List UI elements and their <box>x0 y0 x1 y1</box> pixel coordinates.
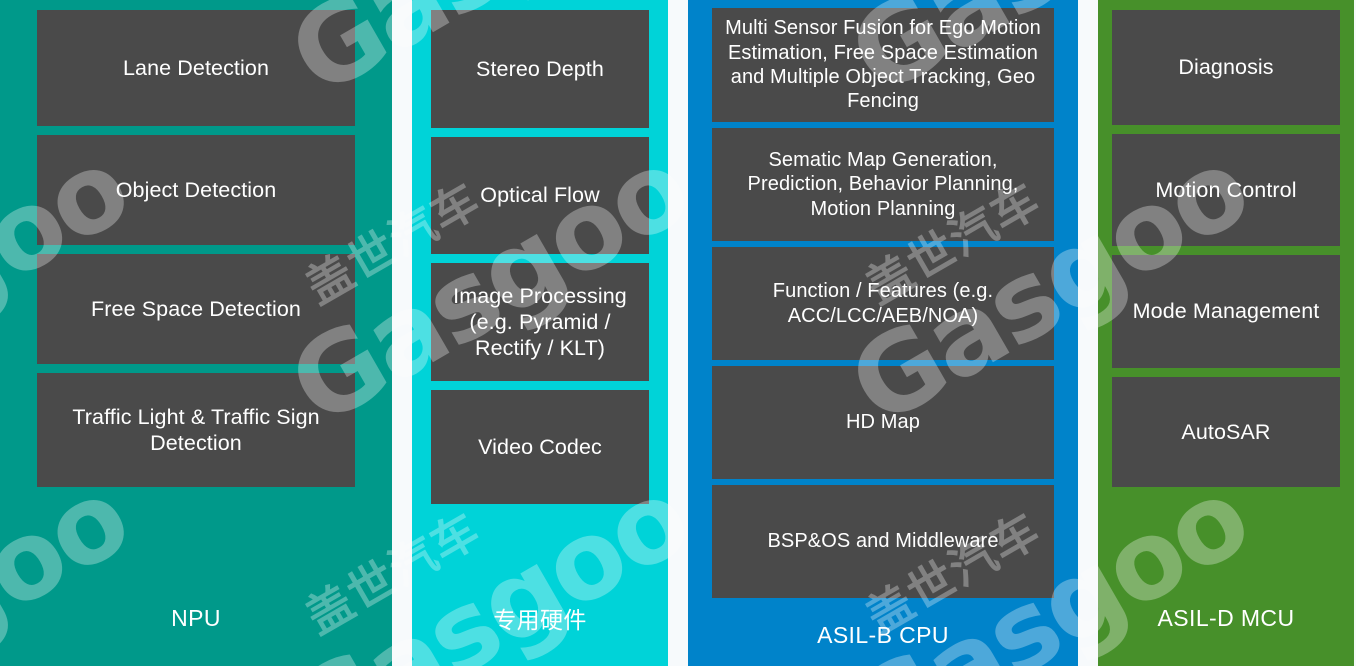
column-label-text: ASIL-B CPU <box>817 621 949 648</box>
card-image-processing[interactable]: Image Processing (e.g. Pyramid / Rectify… <box>431 263 649 381</box>
column-npu: Lane Detection Object Detection Free Spa… <box>0 0 392 666</box>
card-label: BSP&OS and Middleware <box>767 530 999 553</box>
card-label: Free Space Detection <box>91 296 301 321</box>
column-label-text: NPU <box>171 604 221 631</box>
column-asil-d-mcu: Diagnosis Motion Control Mode Management… <box>1098 0 1354 666</box>
card-label: AutoSAR <box>1181 419 1271 444</box>
card-object-detection[interactable]: Object Detection <box>37 135 355 245</box>
column-label-text: ASIL-D MCU <box>1157 604 1295 631</box>
card-label: Optical Flow <box>480 183 600 208</box>
diagram-canvas: Lane Detection Object Detection Free Spa… <box>0 0 1356 666</box>
card-label: Function / Features (e.g. ACC/LCC/AEB/NO… <box>772 280 994 327</box>
card-optical-flow[interactable]: Optical Flow <box>431 137 649 254</box>
column-label-npu: NPU <box>0 570 392 666</box>
card-label: HD Map <box>846 411 920 434</box>
card-label: Lane Detection <box>122 55 270 80</box>
card-function-features[interactable]: Function / Features (e.g. ACC/LCC/AEB/NO… <box>712 247 1054 360</box>
card-video-codec[interactable]: Video Codec <box>431 390 649 504</box>
column-label-dedicated-hardware: 专用硬件 <box>412 570 668 666</box>
column-label-asil-b-cpu: ASIL-B CPU <box>688 604 1078 666</box>
card-multi-sensor-fusion[interactable]: Multi Sensor Fusion for Ego Motion Estim… <box>712 8 1054 122</box>
card-label: Stereo Depth <box>476 56 604 81</box>
card-autosar[interactable]: AutoSAR <box>1112 377 1340 487</box>
card-label: Mode Management <box>1132 299 1320 324</box>
card-stereo-depth[interactable]: Stereo Depth <box>431 10 649 128</box>
card-semantic-map-generation[interactable]: Sematic Map Generation, Prediction, Beha… <box>712 128 1054 241</box>
card-lane-detection[interactable]: Lane Detection <box>37 10 355 126</box>
card-stack-npu: Lane Detection Object Detection Free Spa… <box>0 0 392 496</box>
column-gap-2 <box>668 0 688 666</box>
column-label-asil-d-mcu: ASIL-D MCU <box>1098 570 1354 666</box>
card-motion-control[interactable]: Motion Control <box>1112 134 1340 246</box>
card-diagnosis[interactable]: Diagnosis <box>1112 10 1340 125</box>
card-label: Diagnosis <box>1178 55 1274 80</box>
column-label-text: 专用硬件 <box>493 607 587 633</box>
card-stack-asil-d-mcu: Diagnosis Motion Control Mode Management… <box>1098 0 1354 496</box>
card-label: Object Detection <box>115 177 277 202</box>
card-label: Traffic Light & Traffic Sign Detection <box>72 404 320 455</box>
card-hd-map[interactable]: HD Map <box>712 366 1054 479</box>
card-free-space-detection[interactable]: Free Space Detection <box>37 254 355 364</box>
card-label: Multi Sensor Fusion for Ego Motion Estim… <box>725 17 1041 113</box>
card-stack-dedicated-hardware: Stereo Depth Optical Flow Image Processi… <box>412 0 668 513</box>
column-gap-3 <box>1078 0 1098 666</box>
card-bsp-os-middleware[interactable]: BSP&OS and Middleware <box>712 485 1054 598</box>
card-label: Image Processing (e.g. Pyramid / Rectify… <box>453 283 627 361</box>
card-label: Video Codec <box>478 434 602 459</box>
column-dedicated-hardware: Stereo Depth Optical Flow Image Processi… <box>412 0 668 666</box>
card-traffic-light-sign-detection[interactable]: Traffic Light & Traffic Sign Detection <box>37 373 355 487</box>
card-label: Sematic Map Generation, Prediction, Beha… <box>747 148 1019 220</box>
column-asil-b-cpu: Multi Sensor Fusion for Ego Motion Estim… <box>688 0 1078 666</box>
card-mode-management[interactable]: Mode Management <box>1112 255 1340 368</box>
column-gap-1 <box>392 0 412 666</box>
card-label: Motion Control <box>1155 177 1297 202</box>
card-stack-asil-b-cpu: Multi Sensor Fusion for Ego Motion Estim… <box>688 0 1078 604</box>
